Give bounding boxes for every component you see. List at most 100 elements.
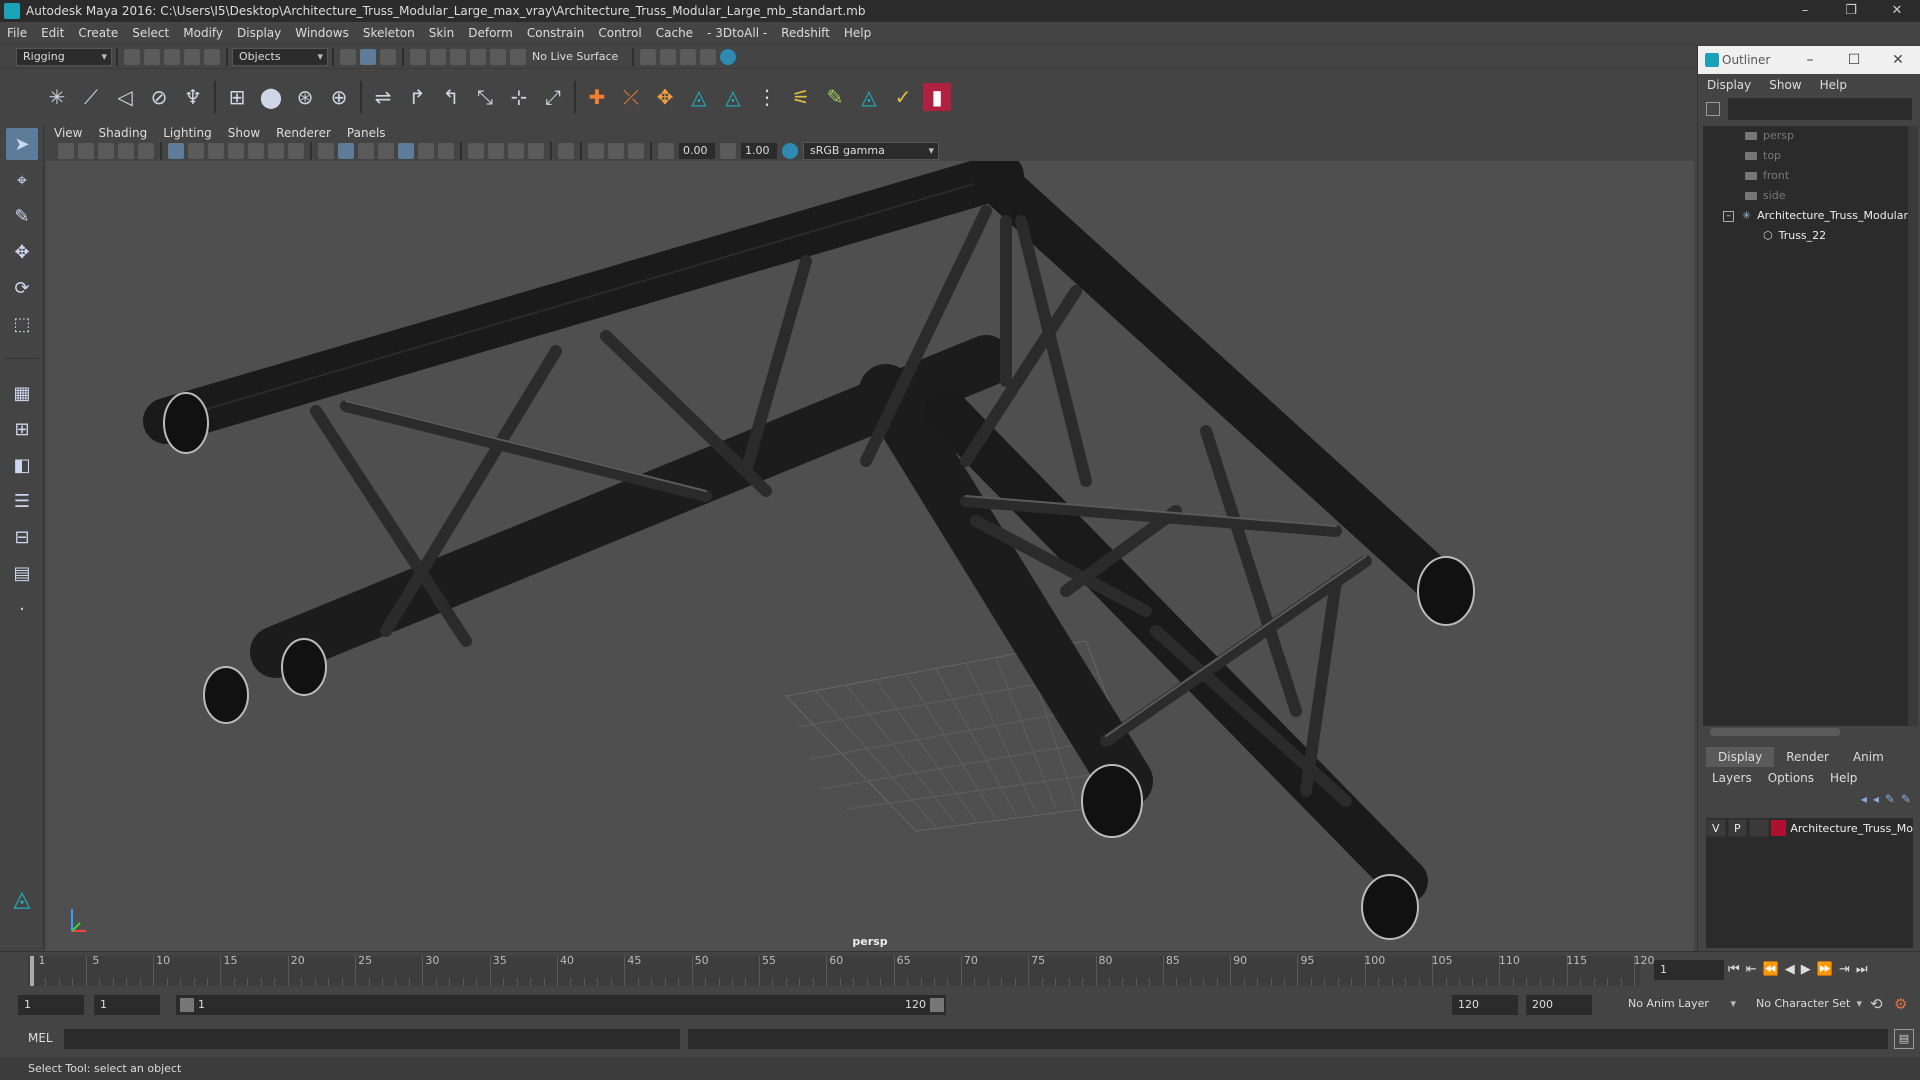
menu-help[interactable]: Help xyxy=(837,22,878,44)
snap-view-plane-icon[interactable] xyxy=(470,48,486,65)
rotate-tool-icon[interactable]: ⟳ xyxy=(6,272,38,304)
single-pane-layout-icon[interactable]: ▦ xyxy=(6,377,38,409)
outliner-item-front[interactable]: front xyxy=(1703,166,1908,186)
outliner-menu-display[interactable]: Display xyxy=(1698,78,1760,92)
outliner-tree[interactable]: persp top front side – ✳ Architecture_Trus… xyxy=(1703,126,1908,726)
color-management-icon[interactable] xyxy=(782,143,798,159)
hypershade-icon[interactable] xyxy=(700,48,717,65)
move-layer-up-icon[interactable]: ◂ xyxy=(1861,792,1867,806)
shadows-icon[interactable] xyxy=(438,143,454,159)
snap-point-icon[interactable] xyxy=(450,48,466,65)
layer-display-type-toggle[interactable] xyxy=(1749,819,1769,837)
menu-deform[interactable]: Deform xyxy=(461,22,520,44)
locator-joint-icon[interactable]: ⤫ xyxy=(617,83,645,111)
tab-display[interactable]: Display xyxy=(1706,747,1775,767)
menu-create[interactable]: Create xyxy=(71,22,125,44)
step-forward-frame-icon[interactable]: ⏩ xyxy=(1817,962,1833,977)
menu-select[interactable]: Select xyxy=(125,22,176,44)
lattice-icon[interactable]: ⊛ xyxy=(291,83,319,111)
panel-menu-show[interactable]: Show xyxy=(220,126,268,140)
render-view-icon[interactable] xyxy=(720,48,737,65)
wireframe-on-shaded-icon[interactable] xyxy=(378,143,394,159)
menuset-dropdown[interactable]: Rigging xyxy=(16,47,112,66)
gamma-icon[interactable] xyxy=(720,143,736,159)
current-frame-field[interactable]: 1 xyxy=(1654,960,1724,980)
outliner-menu-show[interactable]: Show xyxy=(1760,78,1810,92)
isolate-select-icon[interactable] xyxy=(558,143,574,159)
tab-render[interactable]: Render xyxy=(1774,747,1841,767)
layer-visibility-toggle[interactable]: V xyxy=(1706,819,1726,837)
orient-constraint-icon[interactable]: ↰ xyxy=(437,83,465,111)
script-editor-icon[interactable]: ⚟ xyxy=(787,83,815,111)
xray-icon[interactable] xyxy=(588,143,604,159)
animation-end-field[interactable]: 200 xyxy=(1526,995,1592,1015)
xray-components-icon[interactable] xyxy=(628,143,644,159)
select-object-icon[interactable] xyxy=(360,48,376,65)
save-scene-icon[interactable] xyxy=(164,48,180,65)
outliner-maximize-button[interactable]: ☐ xyxy=(1832,52,1876,68)
wireframe-icon[interactable] xyxy=(318,143,334,159)
smooth-shade-icon[interactable] xyxy=(338,143,354,159)
new-layer-selected-icon[interactable]: ✎ xyxy=(1901,792,1911,806)
depth-of-field-icon[interactable] xyxy=(528,143,544,159)
layer-color-swatch[interactable] xyxy=(1770,820,1787,836)
gate-mask-icon[interactable] xyxy=(228,143,244,159)
snap-curve-icon[interactable] xyxy=(430,48,446,65)
outliner-item-persp[interactable]: persp xyxy=(1703,126,1908,146)
maya-tool-icon[interactable]: ◬ xyxy=(855,83,883,111)
safe-action-icon[interactable] xyxy=(268,143,284,159)
anim-layer-dropdown[interactable]: No Anim Layer xyxy=(1622,996,1740,1014)
xray-joints-icon[interactable] xyxy=(608,143,624,159)
side-by-side-layout-icon[interactable]: ◧ xyxy=(6,449,38,481)
bind-skin-icon[interactable]: ⬤ xyxy=(257,83,285,111)
panel-menu-shading[interactable]: Shading xyxy=(90,126,155,140)
outliner-filter-icon[interactable] xyxy=(1706,102,1720,116)
motion-blur-icon[interactable] xyxy=(488,143,504,159)
render-ipr-icon[interactable] xyxy=(660,48,677,65)
current-time-marker[interactable] xyxy=(30,956,34,986)
panel-menu-view[interactable]: View xyxy=(46,126,90,140)
exposure-icon[interactable] xyxy=(658,143,674,159)
textured-icon[interactable] xyxy=(398,143,414,159)
outliner-minimize-button[interactable]: – xyxy=(1788,52,1832,68)
outliner-item-group[interactable]: – ✳ Architecture_Truss_Modular xyxy=(1703,206,1908,226)
outliner-item-side[interactable]: side xyxy=(1703,186,1908,206)
snap-live-icon[interactable] xyxy=(490,48,506,65)
gamma-field[interactable]: 1.00 xyxy=(741,143,777,159)
graph-layout-icon[interactable]: ⊟ xyxy=(6,521,38,553)
menu-control[interactable]: Control xyxy=(591,22,648,44)
move-layer-down-icon[interactable]: ◂ xyxy=(1873,792,1879,806)
human-ik-icon[interactable]: ♆ xyxy=(179,83,207,111)
film-gate-icon[interactable] xyxy=(188,143,204,159)
minimize-button[interactable]: – xyxy=(1782,0,1828,22)
menu-redshift[interactable]: Redshift xyxy=(774,22,837,44)
resolution-gate-icon[interactable] xyxy=(208,143,224,159)
pole-vector-icon[interactable]: ⤢ xyxy=(539,83,567,111)
lasso-tool-icon[interactable]: ⌖ xyxy=(6,164,38,196)
playback-end-field[interactable]: 120 xyxy=(1452,995,1518,1015)
hypershade-layout-icon[interactable]: ▤ xyxy=(6,557,38,589)
use-lights-icon[interactable] xyxy=(418,143,434,159)
ik-spline-icon[interactable]: ◁ xyxy=(111,83,139,111)
layer-list[interactable]: V P Architecture_Truss_Mo xyxy=(1706,818,1913,948)
scale-constraint-icon[interactable]: ⤡ xyxy=(471,83,499,111)
view-transform-dropdown[interactable]: sRGB gamma xyxy=(803,142,939,160)
menu-display[interactable]: Display xyxy=(230,22,288,44)
menu-3dtoall[interactable]: - 3DtoAll - xyxy=(700,22,774,44)
open-scene-icon[interactable] xyxy=(144,48,160,65)
select-hierarchy-icon[interactable] xyxy=(340,48,356,65)
outliner-item-top[interactable]: top xyxy=(1703,146,1908,166)
range-end-handle[interactable] xyxy=(930,998,944,1012)
panel-menu-panels[interactable]: Panels xyxy=(339,126,394,140)
cluster-icon[interactable]: ⊕ xyxy=(325,83,353,111)
time-slider-track[interactable]: 1 5 10 15 20 25 30 35 40 45 50 55 60 65 70 75 80 85 90 95 10… xyxy=(28,954,1655,986)
animation-preferences-icon[interactable]: ⚙ xyxy=(1894,995,1914,1015)
outliner-close-button[interactable]: ✕ xyxy=(1876,52,1920,68)
scale-tool-icon[interactable]: ⬚ xyxy=(6,308,38,340)
snap-grid-icon[interactable] xyxy=(410,48,426,65)
safe-title-icon[interactable] xyxy=(288,143,304,159)
skeleton-icon[interactable]: ⊞ xyxy=(223,83,251,111)
paint-select-tool-icon[interactable]: ✎ xyxy=(6,200,38,232)
menu-windows[interactable]: Windows xyxy=(288,22,356,44)
aim-constraint-icon[interactable]: ⊹ xyxy=(505,83,533,111)
